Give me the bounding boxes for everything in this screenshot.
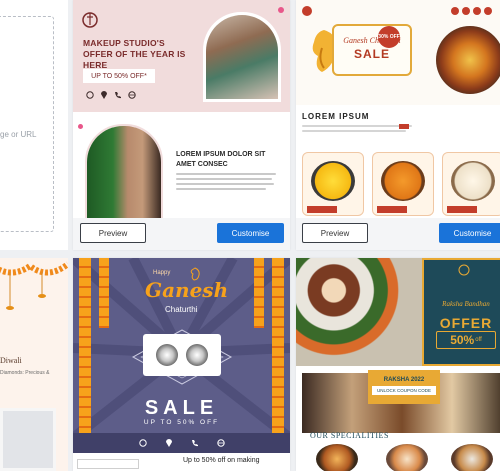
ganesh-food-template-card[interactable]: Ganesh Chaturthi SALE 30% OFF LOREM IPSU… xyxy=(296,0,500,250)
diwali-photo xyxy=(0,408,56,471)
makeup-photo-frame xyxy=(203,12,281,102)
upload-hint: ge or URL xyxy=(0,130,37,139)
whatsapp-icon xyxy=(86,91,94,99)
ganesh-sale-template-card[interactable]: Happy Ganesh Chaturthi SALE UP TO 50% OF… xyxy=(73,258,290,471)
instagram-icon xyxy=(462,7,470,15)
upload-dropzone[interactable] xyxy=(0,16,54,232)
earring-image xyxy=(156,344,178,366)
customise-button[interactable]: Customise xyxy=(439,223,500,243)
facebook-icon xyxy=(451,7,459,15)
chaturthi-label: Chaturthi xyxy=(165,305,198,314)
product-tile xyxy=(372,152,434,216)
location-icon xyxy=(165,439,172,447)
coupon-code-label: UNLOCK COUPON CODE xyxy=(372,386,436,395)
percent-box: 50% off xyxy=(436,331,496,349)
makeup-contact-icons xyxy=(86,91,136,99)
ladoo-image xyxy=(381,161,425,201)
discount-badge: 30% OFF xyxy=(378,26,400,48)
ganesh-contact-bar xyxy=(73,433,290,453)
percent-label: 50% xyxy=(450,333,475,347)
makeup-banner: MAKEUP STUDIO'S OFFER OF THE YEAR IS HER… xyxy=(73,0,290,112)
model-photo xyxy=(85,124,163,220)
makeup-photo xyxy=(206,15,278,99)
raksha-year-label: RAKSHA 2022 xyxy=(383,377,425,383)
social-icons xyxy=(451,7,492,15)
makeup-subheading: LOREM IPSUM DOLOR SIT AMET CONSEC xyxy=(176,151,266,168)
globe-icon xyxy=(216,439,225,447)
marigold-string-left xyxy=(99,258,109,328)
raksha-offer-panel: Raksha Bandhan OFFER 50% off xyxy=(422,258,500,366)
phone-icon xyxy=(191,440,198,447)
happy-label: Happy xyxy=(153,270,171,276)
makeup-offer-badge: UP TO 50% OFF* xyxy=(83,69,155,83)
dish-image xyxy=(451,444,493,471)
globe-icon xyxy=(128,91,136,99)
marigold-string-right xyxy=(254,258,264,328)
specialities-heading: OUR SPECIALITIES xyxy=(310,431,389,440)
sale-label: SALE xyxy=(144,397,219,419)
brand-logo-icon xyxy=(458,264,470,276)
rasgulla-image xyxy=(451,161,495,201)
location-icon xyxy=(101,91,107,99)
sale-frame: Ganesh Chaturthi SALE xyxy=(332,24,412,76)
pink-dot xyxy=(278,7,284,13)
food-platter-image xyxy=(296,258,422,366)
template-gallery: ge or URL Diwali Diamonds: Precious & MA… xyxy=(0,0,500,471)
coupon-box: RAKSHA 2022 UNLOCK COUPON CODE xyxy=(368,370,440,404)
upto-label: UP TO 50% OFF xyxy=(143,419,220,426)
ganesh-food-banner: Ganesh Chaturthi SALE 30% OFF xyxy=(296,0,500,105)
preview-button[interactable]: Preview xyxy=(80,223,146,243)
diwali-title: Diwali xyxy=(0,356,22,365)
phone-icon xyxy=(115,92,121,99)
red-chip xyxy=(399,124,409,129)
diwali-subtitle: Diamonds: Precious & xyxy=(0,370,50,376)
footer-text: Up to 50% off on making xyxy=(183,457,260,464)
earring-image xyxy=(186,344,208,366)
thali-image xyxy=(436,26,500,94)
raksha-template-card[interactable]: Raksha Bandhan OFFER 50% off RAKSHA 2022… xyxy=(296,258,500,471)
brand-logo-icon xyxy=(302,6,312,16)
ganesh-label: Ganesh xyxy=(145,278,229,302)
pink-dot xyxy=(78,124,83,129)
customise-button[interactable]: Customise xyxy=(217,223,284,243)
ladoo-image xyxy=(311,161,355,201)
twitter-icon xyxy=(473,7,481,15)
makeup-headline: MAKEUP STUDIO'S OFFER OF THE YEAR IS HER… xyxy=(83,38,186,70)
preview-button[interactable]: Preview xyxy=(302,223,368,243)
product-tile xyxy=(442,152,500,216)
offer-label: OFFER xyxy=(439,315,493,331)
dish-image xyxy=(386,444,428,471)
burger-image xyxy=(316,444,358,471)
whatsapp-icon xyxy=(138,439,147,447)
food-heading: LOREM IPSUM xyxy=(302,112,370,121)
earrings-product xyxy=(143,334,221,376)
diwali-template-card[interactable]: Diwali Diamonds: Precious & xyxy=(0,258,68,471)
marigold-garland-icon xyxy=(0,261,68,310)
raksha-title: Raksha Bandhan xyxy=(442,300,490,308)
makeup-template-card[interactable]: MAKEUP STUDIO'S OFFER OF THE YEAR IS HER… xyxy=(73,0,290,250)
makeup-logo-icon xyxy=(82,12,98,28)
product-tile xyxy=(302,152,364,216)
youtube-icon xyxy=(484,7,492,15)
ganesh-footer: Up to 50% off on making xyxy=(73,453,290,471)
percent-suffix: off xyxy=(475,337,482,343)
sale-label: SALE xyxy=(353,47,390,61)
